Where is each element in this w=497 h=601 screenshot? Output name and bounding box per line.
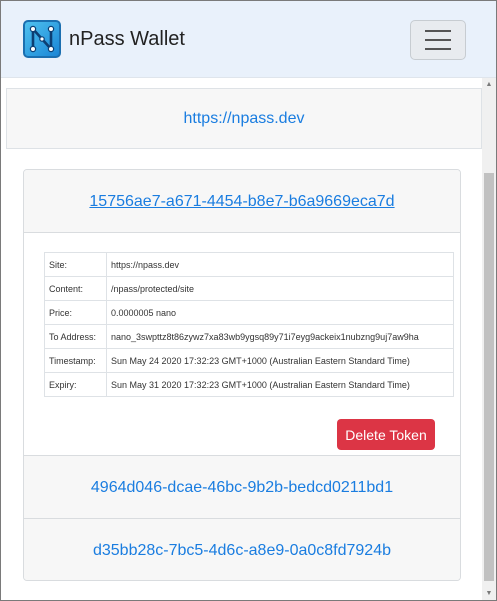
detail-value: https://npass.dev: [106, 252, 454, 277]
detail-value: /npass/protected/site: [106, 276, 454, 301]
scroll-down-arrow-icon[interactable]: ▼: [482, 587, 496, 600]
hamburger-menu-icon: [425, 30, 451, 32]
site-link[interactable]: https://npass.dev: [184, 89, 305, 148]
brand-name: nPass Wallet: [69, 27, 185, 50]
scroll-thumb[interactable]: [484, 173, 494, 581]
detail-key: Expiry:: [44, 372, 107, 397]
detail-key: Price:: [44, 300, 107, 325]
detail-value: Sun May 31 2020 17:32:23 GMT+1000 (Austr…: [106, 372, 454, 397]
detail-value: nano_3swpttz8t86zywz7xa83wb9ygsq89y71i7e…: [106, 324, 454, 349]
table-row: Expiry: Sun May 31 2020 17:32:23 GMT+100…: [44, 372, 454, 397]
table-row: Price: 0.0000005 nano: [44, 300, 454, 325]
detail-value: Sun May 24 2020 17:32:23 GMT+1000 (Austr…: [106, 348, 454, 373]
token-list: 15756ae7-a671-4454-b8e7-b6a9669eca7d Sit…: [23, 169, 461, 581]
brand[interactable]: nPass Wallet: [23, 19, 185, 59]
token-link[interactable]: 15756ae7-a671-4454-b8e7-b6a9669eca7d: [89, 170, 394, 233]
site-header: https://npass.dev: [6, 88, 482, 149]
app-window: nPass Wallet https://npass.dev 15756ae7-…: [0, 0, 497, 601]
detail-key: To Address:: [44, 324, 107, 349]
detail-key: Timestamp:: [44, 348, 107, 373]
detail-key: Content:: [44, 276, 107, 301]
delete-token-button[interactable]: Delete Token: [337, 419, 435, 450]
table-row: Content: /npass/protected/site: [44, 276, 454, 301]
token-header-collapsed: d35bb28c-7bc5-4d6c-a8e9-0a0c8fd7924b: [24, 518, 460, 580]
navbar: nPass Wallet: [1, 1, 496, 78]
scroll-up-arrow-icon[interactable]: ▲: [482, 78, 496, 92]
token-header-expanded: 15756ae7-a671-4454-b8e7-b6a9669eca7d: [24, 170, 460, 233]
vertical-scrollbar[interactable]: ▲ ▼: [482, 78, 496, 600]
table-row: To Address: nano_3swpttz8t86zywz7xa83wb9…: [44, 324, 454, 349]
main-content: https://npass.dev 15756ae7-a671-4454-b8e…: [1, 78, 482, 600]
table-row: Timestamp: Sun May 24 2020 17:32:23 GMT+…: [44, 348, 454, 373]
npass-logo-icon: [23, 20, 61, 58]
token-details-table: Site: https://npass.dev Content: /npass/…: [44, 252, 454, 397]
token-link[interactable]: d35bb28c-7bc5-4d6c-a8e9-0a0c8fd7924b: [93, 519, 391, 580]
menu-toggle-button[interactable]: [410, 20, 466, 60]
table-row: Site: https://npass.dev: [44, 252, 454, 277]
detail-key: Site:: [44, 252, 107, 277]
token-header-collapsed: 4964d046-dcae-46bc-9b2b-bedcd0211bd1: [24, 455, 460, 518]
token-link[interactable]: 4964d046-dcae-46bc-9b2b-bedcd0211bd1: [91, 456, 393, 519]
detail-value: 0.0000005 nano: [106, 300, 454, 325]
